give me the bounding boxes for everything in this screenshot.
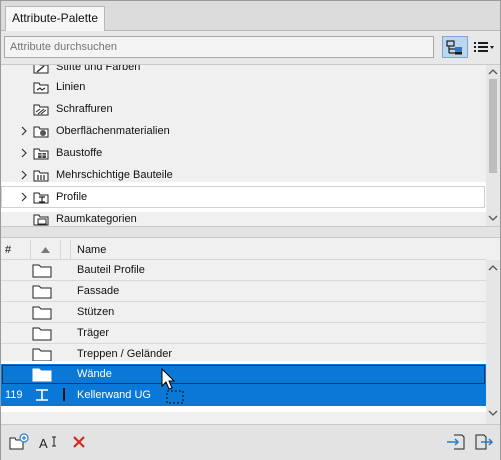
tree-item-building-materials[interactable]: Baustoffe	[1, 142, 485, 164]
building-materials-icon	[33, 148, 49, 160]
list-item-name: Fassade	[77, 285, 120, 297]
list-item-number: 119	[5, 389, 23, 401]
scroll-down-arrow-icon[interactable]	[488, 213, 498, 223]
list-item-name: Träger	[77, 327, 109, 339]
tree-item-surfaces[interactable]: Oberflächenmaterialien	[1, 120, 485, 142]
attribute-palette-window: Attribute-Palette Attribute durchsuchen …	[0, 0, 501, 460]
mouse-cursor-icon	[161, 368, 176, 390]
list-item[interactable]: Stützen	[1, 302, 486, 323]
tree-scrollbar-thumb[interactable]	[489, 79, 497, 173]
list-item-name: Kellerwand UG	[77, 389, 151, 401]
drag-copy-icon	[166, 390, 184, 404]
list-item-name: Treppen / Geländer	[77, 348, 172, 360]
folder-icon	[32, 264, 52, 278]
tree-item-hatches[interactable]: Schraffuren	[1, 98, 485, 120]
list-item[interactable]: Fassade	[1, 281, 486, 302]
rename-button[interactable]: A	[38, 431, 60, 453]
tree-item-label: Stifte und Farben	[56, 64, 141, 73]
column-type[interactable]	[31, 240, 61, 260]
composites-icon	[33, 170, 49, 182]
column-number[interactable]: #	[1, 240, 31, 260]
list-item[interactable]: Bauteil Profile	[1, 260, 486, 281]
folder-tree-button[interactable]	[442, 36, 468, 58]
list-item-name: Bauteil Profile	[77, 264, 145, 276]
export-icon	[475, 434, 494, 450]
list-scrollbar[interactable]	[486, 260, 500, 424]
hatch-icon	[33, 104, 49, 116]
profile-icon	[36, 389, 48, 401]
list-menu-icon	[474, 42, 494, 52]
list-item-name: Stützen	[77, 306, 115, 318]
delete-button[interactable]	[68, 431, 90, 453]
list-item-name: Wände	[77, 368, 112, 380]
zone-categories-icon	[33, 214, 49, 226]
tree-item-label: Linien	[56, 81, 86, 93]
attribute-tree: Stifte und Farben Linien Schraffuren Obe…	[1, 64, 500, 226]
folder-tree-icon	[446, 40, 462, 55]
folder-icon	[32, 327, 52, 341]
svg-text:A: A	[39, 436, 48, 450]
delete-icon	[73, 436, 85, 448]
column-state[interactable]	[61, 240, 71, 260]
column-name[interactable]: Name	[71, 240, 486, 260]
new-folder-button[interactable]	[8, 431, 30, 453]
list-menu-button[interactable]	[471, 36, 497, 58]
lines-icon	[33, 82, 49, 94]
tree-item-label: Raumkategorien	[56, 213, 137, 225]
chevron-right-icon[interactable]	[19, 170, 29, 180]
import-button[interactable]	[445, 431, 467, 453]
scroll-down-arrow-icon[interactable]	[488, 408, 498, 418]
tree-item-composites[interactable]: Mehrschichtige Bauteile	[1, 164, 485, 186]
folder-icon	[32, 306, 52, 320]
tree-item-label: Schraffuren	[56, 103, 113, 115]
sort-ascending-icon	[41, 247, 50, 253]
import-icon	[447, 434, 465, 450]
chevron-right-icon[interactable]	[19, 148, 29, 158]
tree-item-profiles[interactable]: Profile	[1, 182, 489, 212]
search-input[interactable]	[4, 36, 434, 58]
folder-icon	[32, 285, 52, 299]
surfaces-icon	[33, 126, 49, 138]
tree-item-label: Baustoffe	[56, 147, 103, 159]
tree-item-label: Profile	[56, 191, 88, 203]
tree-item-lines[interactable]: Linien	[1, 76, 485, 98]
tab-attribute-palette[interactable]: Attribute-Palette	[5, 6, 106, 32]
tree-item-zone-categories[interactable]: Raumkategorien	[1, 208, 485, 226]
folder-icon	[32, 368, 52, 382]
tree-item-label: Oberflächenmaterialien	[56, 125, 170, 137]
tree-scrollbar[interactable]	[486, 65, 500, 226]
profiles-icon	[33, 192, 49, 204]
folder-icon	[32, 348, 52, 362]
list-item-selected[interactable]: 119 Kellerwand UG	[1, 385, 486, 406]
list-item-selected[interactable]: Wände	[1, 364, 486, 385]
scroll-up-arrow-icon[interactable]	[488, 263, 498, 273]
pane-splitter[interactable]	[1, 226, 500, 238]
new-folder-icon	[9, 433, 29, 450]
list-item[interactable]: Träger	[1, 323, 486, 344]
tab-strip: Attribute-Palette	[1, 1, 500, 32]
export-button[interactable]	[473, 431, 495, 453]
tree-item-label: Mehrschichtige Bauteile	[56, 169, 173, 181]
pens-icon	[33, 65, 49, 74]
attribute-list: # Name Bauteil Profile Fassade Stützen T…	[1, 238, 500, 424]
rename-icon: A	[39, 436, 56, 450]
search-row	[1, 31, 500, 64]
pen-marker-icon	[63, 388, 65, 402]
chevron-right-icon[interactable]	[19, 126, 29, 136]
bottom-toolbar: A	[1, 424, 500, 460]
scroll-up-arrow-icon[interactable]	[488, 67, 498, 77]
chevron-right-icon[interactable]	[19, 192, 29, 202]
list-header: # Name	[1, 240, 486, 260]
